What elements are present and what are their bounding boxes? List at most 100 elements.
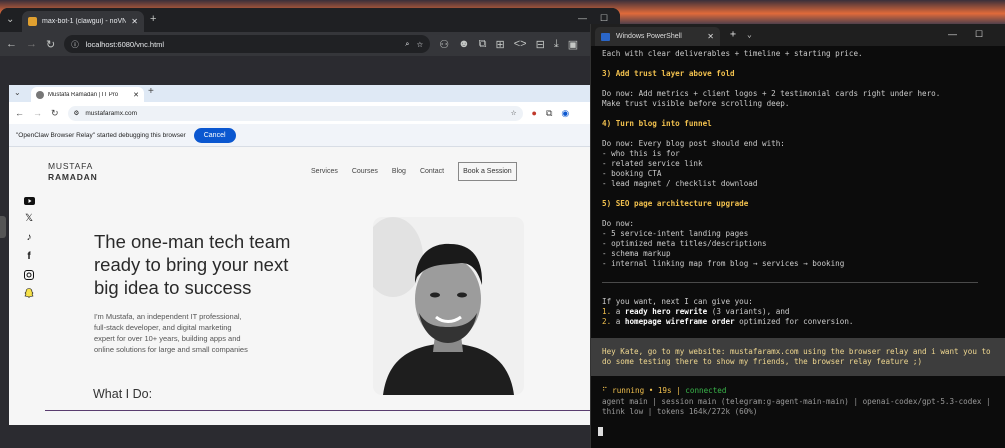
footer-line: think low | tokens 164k/272k (60%) [602,407,758,416]
inner-back-icon[interactable]: ← [15,108,24,118]
terminal-tab-title: Windows PowerShell [616,33,682,40]
input-cursor[interactable] [598,427,603,436]
facebook-icon[interactable]: f [27,251,30,262]
line-bold: homepage wireframe order [624,317,735,326]
logo-line1: MUSTAFA [48,161,94,171]
close-inner-tab-icon[interactable]: ✕ [133,91,139,99]
youtube-icon[interactable] [23,197,35,205]
inner-new-tab-icon[interactable]: + [148,86,154,97]
close-tab-icon[interactable]: ✕ [131,17,138,26]
cancel-debugging-button[interactable]: Cancel [193,127,236,143]
extension-icon[interactable]: ⚇ [439,38,449,51]
outer-url: localhost:6080/vnc.html [85,39,165,49]
minimize-icon[interactable]: — [578,14,587,23]
tab-search-icon[interactable]: ⌄ [6,15,14,25]
terminal-line: - related service link [602,159,703,168]
profile-ext-icon[interactable]: ☻ [458,38,470,50]
reload-icon[interactable]: ↻ [46,38,55,51]
section-divider [45,410,591,411]
new-tab-icon[interactable]: + [150,14,156,25]
snapchat-icon[interactable] [24,288,34,298]
outer-toolbar: ← → ↻ ⓘ localhost:6080/vnc.html ⌕ ☆ ⚇ ☻ … [0,32,620,56]
devtools-icon[interactable]: <> [514,38,527,50]
portrait-photo [373,217,524,395]
terminal-heading: 3) Add trust layer above fold [602,69,735,78]
line-text: a [611,317,625,326]
outer-address-bar[interactable]: ⓘ localhost:6080/vnc.html ⌕ ☆ [64,35,431,53]
list-number: 1. [602,307,612,316]
relay-extension-icon[interactable]: ● [532,108,537,118]
inner-puzzle-icon[interactable]: ⧉ [546,108,552,119]
debugging-infobar: "OpenClaw Browser Relay" started debuggi… [9,124,609,147]
terminal-line: - schema markup [602,249,671,258]
terminal-minimize-icon[interactable]: — [948,29,957,40]
terminal-maximize-icon[interactable]: ☐ [975,29,983,40]
x-twitter-icon[interactable]: 𝕏 [25,213,33,224]
novnc-side-handle[interactable] [0,216,6,238]
close-terminal-tab-icon[interactable]: ✕ [707,32,714,41]
nav-contact[interactable]: Contact [420,168,444,175]
terminal-line: - 5 service-intent landing pages [602,229,749,238]
novnc-favicon-icon [28,17,37,26]
terminal-dropdown-icon[interactable]: ⌄ [747,30,752,39]
inner-address-bar[interactable]: ⚙ mustafaramx.com ☆ [67,105,523,121]
inner-site-info-icon[interactable]: ⚙ [74,109,80,117]
website-page: MUSTAFA RAMADAN Services Courses Blog Co… [9,147,609,425]
social-links: 𝕏 ♪ f [22,197,36,298]
download-icon[interactable]: ⤓ [554,38,559,51]
terminal-line: - internal linking map from blog → servi… [602,259,845,268]
terminal-line: 1. a ready hero rewrite (3 variants), an… [602,307,789,316]
inner-forward-icon[interactable]: → [33,108,42,118]
remote-chrome-window: ⌄ Mustafa Ramadan | IT Pro ✕ + ← → ↻ ⚙ m… [9,85,609,425]
extensions-menu-icon[interactable]: ▣ [568,38,578,51]
site-logo[interactable]: MUSTAFA RAMADAN [48,161,98,183]
instagram-icon[interactable] [24,270,34,280]
terminal-tab[interactable]: Windows PowerShell ✕ [595,27,720,46]
inner-toolbar: ← → ↻ ⚙ mustafaramx.com ☆ ● ⧉ ◉ [9,102,609,124]
intro-line: online solutions for large and small com… [94,345,248,354]
terminal-line: Make trust visible before scrolling deep… [602,99,790,108]
inner-tab-website[interactable]: Mustafa Ramadan | IT Pro ✕ [31,87,144,102]
debugging-message: "OpenClaw Browser Relay" started debuggi… [16,131,186,139]
hero-line: big idea to success [94,277,252,298]
line-text: optimized for conversion. [734,317,854,326]
cast-icon[interactable]: ⊞ [496,38,505,51]
hero-intro: I'm Mustafa, an independent IT professio… [94,311,324,355]
terminal-heading: 4) Turn blog into funnel [602,119,712,128]
outer-tab-title: max-bot-1 (clawgui) - noVNC [42,18,127,25]
inner-reload-icon[interactable]: ↻ [51,108,59,119]
status-line: ⠋ running • 19s | connected [602,386,726,395]
split-view-icon[interactable]: ⊟ [536,38,545,51]
site-info-icon[interactable]: ⓘ [71,39,79,50]
line-bold: ready hero rewrite [624,307,708,316]
outer-tab-novnc[interactable]: max-bot-1 (clawgui) - noVNC ✕ [22,11,144,32]
maximize-icon[interactable]: ☐ [600,14,608,23]
terminal-line: 2. a homepage wireframe order optimized … [602,317,853,326]
terminal-separator [602,282,978,283]
terminal-new-tab-icon[interactable]: + [730,29,736,40]
bookmark-star-icon[interactable]: ☆ [416,40,423,49]
nav-courses[interactable]: Courses [352,168,378,175]
intro-line: full-stack developer, and digital market… [94,323,232,332]
user-message-line: do some testing there to show my friends… [602,357,923,366]
inner-bookmark-star-icon[interactable]: ☆ [511,109,517,117]
nav-services[interactable]: Services [311,168,338,175]
hero-headline: The one-man tech team ready to bring you… [94,230,344,299]
terminal-line: - who this is for [602,149,680,158]
inner-profile-icon[interactable]: ◉ [561,108,569,119]
nav-blog[interactable]: Blog [392,168,406,175]
window-controls: — ☐ [948,29,983,40]
inner-tab-search-icon[interactable]: ⌄ [14,88,21,97]
line-text: a [611,307,625,316]
back-icon[interactable]: ← [6,38,17,50]
tiktok-icon[interactable]: ♪ [27,232,32,243]
forward-icon[interactable]: → [26,38,37,50]
inner-tab-strip: ⌄ Mustafa Ramadan | IT Pro ✕ + [9,85,609,102]
terminal-line: - lead magnet / checklist download [602,179,758,188]
line-text: (3 variants), and [707,307,790,316]
outer-tab-strip: ⌄ max-bot-1 (clawgui) - noVNC ✕ + — ☐ [0,8,620,32]
puzzle-icon[interactable]: ⧉ [479,38,487,51]
logo-line2: RAMADAN [48,172,98,182]
book-session-button[interactable]: Book a Session [458,162,517,181]
zoom-icon[interactable]: ⌕ [405,39,409,49]
